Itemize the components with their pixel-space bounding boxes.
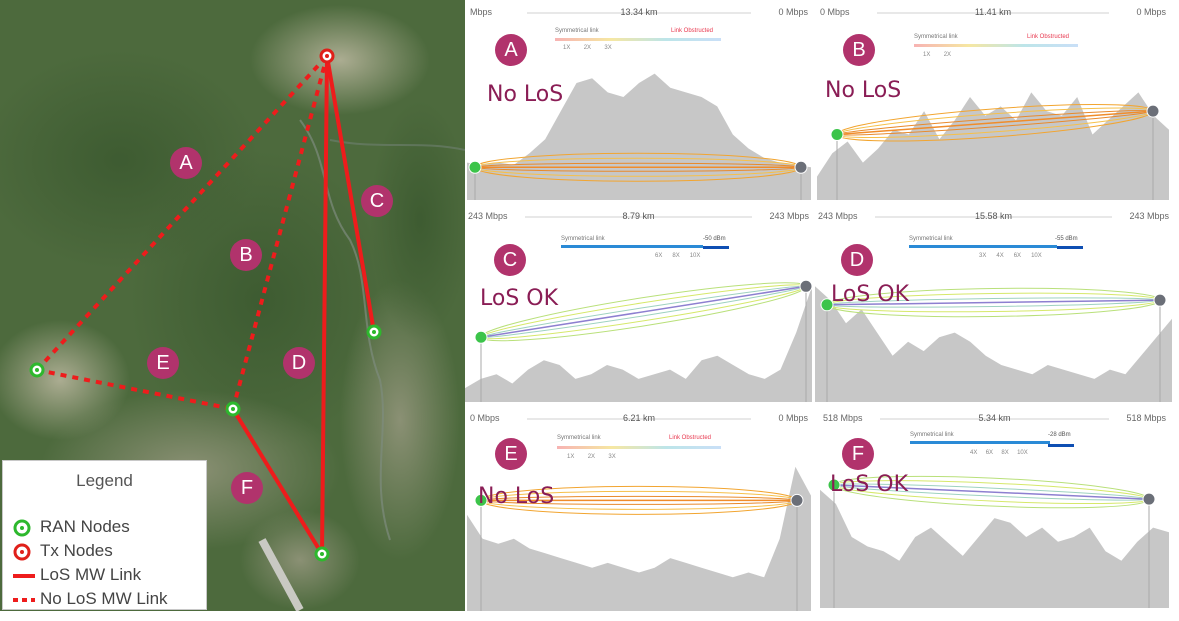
panel-f-header: 518 Mbps 5.34 km 518 Mbps bbox=[823, 411, 1166, 425]
profile-panel-b[interactable]: 0 Mbps 11.41 km 0 Mbps Symmetrical link … bbox=[817, 2, 1169, 200]
map-legend: Legend RAN Nodes Tx Nodes LoS MW Link No… bbox=[2, 460, 207, 610]
multiplier-labels: 1X 2X 3X bbox=[563, 45, 612, 51]
panel-b-status: No LoS bbox=[825, 78, 902, 103]
right-throughput: 0 Mbps bbox=[1136, 7, 1166, 17]
signal-scale-bar bbox=[910, 441, 1050, 444]
panel-a-status: No LoS bbox=[487, 82, 564, 107]
profile-panel-c[interactable]: 243 Mbps 8.79 km 243 Mbps Symmetrical li… bbox=[465, 206, 812, 402]
panel-f-badge: F bbox=[842, 438, 874, 470]
ran-node-e-west[interactable] bbox=[29, 362, 45, 378]
site-a-marker bbox=[474, 330, 488, 344]
link-status-label: Link Obstructed bbox=[1027, 34, 1070, 40]
ran-node-c-east[interactable] bbox=[366, 324, 382, 340]
site-b-marker bbox=[799, 279, 812, 293]
link-distance: 5.34 km bbox=[978, 413, 1011, 423]
multiplier-labels: 3X 4X 6X 10X bbox=[979, 253, 1042, 259]
legend-label-los: LoS MW Link bbox=[40, 565, 142, 584]
site-a-marker bbox=[830, 127, 844, 141]
nolos-link-icon bbox=[13, 598, 35, 602]
link-distance: 8.79 km bbox=[622, 211, 655, 221]
signal-scale-bar-end bbox=[1048, 444, 1074, 447]
panel-c-badge: C bbox=[494, 244, 526, 276]
symmetrical-link-label: Symmetrical link bbox=[909, 236, 953, 242]
terrain-profile-e bbox=[467, 418, 811, 611]
panel-d-badge: D bbox=[841, 244, 873, 276]
site-b-marker bbox=[1146, 104, 1160, 118]
link-status-label: Link Obstructed bbox=[669, 435, 712, 441]
legend-title: Legend bbox=[76, 471, 133, 490]
panel-d-status: LoS OK bbox=[831, 282, 910, 307]
map-label-d: D bbox=[283, 347, 315, 379]
signal-scale-bar bbox=[555, 38, 721, 41]
link-distance: 13.34 km bbox=[620, 7, 658, 17]
panel-e-status: No LoS bbox=[478, 484, 555, 509]
panel-a-header: Mbps 13.34 km 0 Mbps bbox=[470, 5, 808, 19]
panel-b-badge: B bbox=[843, 34, 875, 66]
symmetrical-link-label: Symmetrical link bbox=[561, 236, 605, 242]
panel-c-status: LoS OK bbox=[480, 286, 559, 311]
panel-b-header: 0 Mbps 11.41 km 0 Mbps bbox=[820, 5, 1166, 19]
multiplier-labels: 1X 2X bbox=[923, 52, 952, 58]
ran-node-icon bbox=[13, 519, 31, 537]
terrain-profile-f bbox=[820, 418, 1169, 608]
right-throughput: 243 Mbps bbox=[769, 211, 809, 221]
symmetrical-link-label: Symmetrical link bbox=[557, 435, 601, 441]
multiplier-labels: 6X 8X 10X bbox=[655, 253, 701, 259]
map-label-e: E bbox=[147, 347, 179, 379]
ran-node-south[interactable] bbox=[314, 546, 330, 562]
link-distance: 11.41 km bbox=[974, 7, 1012, 17]
signal-scale-bar bbox=[914, 44, 1078, 47]
signal-scale-bar-end bbox=[703, 246, 729, 249]
panel-f-status: LoS OK bbox=[830, 472, 909, 497]
los-link-icon bbox=[13, 574, 35, 578]
map-label-f: F bbox=[231, 472, 263, 504]
profile-panel-a[interactable]: Mbps 13.34 km 0 Mbps Symmetrical link Li… bbox=[467, 2, 811, 200]
panel-c-header: 243 Mbps 8.79 km 243 Mbps bbox=[468, 209, 809, 223]
link-status-label: -50 dBm bbox=[703, 236, 726, 242]
profile-panel-d[interactable]: 243 Mbps 15.58 km 243 Mbps Symmetrical l… bbox=[815, 206, 1172, 402]
signal-scale-bar bbox=[909, 245, 1057, 248]
profile-panel-f[interactable]: 518 Mbps 5.34 km 518 Mbps Symmetrical li… bbox=[820, 408, 1169, 608]
signal-scale-bar-end bbox=[1057, 246, 1083, 249]
site-b-marker bbox=[794, 160, 808, 174]
right-throughput: 243 Mbps bbox=[1129, 211, 1169, 221]
tx-node[interactable] bbox=[319, 48, 335, 64]
multiplier-labels: 4X 6X 8X 10X bbox=[970, 450, 1028, 456]
site-a-marker bbox=[468, 160, 482, 174]
right-throughput: 0 Mbps bbox=[778, 413, 808, 423]
ran-node-center[interactable] bbox=[225, 401, 241, 417]
multiplier-labels: 1X 2X 3X bbox=[567, 454, 616, 460]
legend-label-tx: Tx Nodes bbox=[40, 541, 113, 560]
map-label-c: C bbox=[361, 185, 393, 217]
link-status-label: Link Obstructed bbox=[671, 28, 714, 34]
profile-panel-e[interactable]: 0 Mbps 6.21 km 0 Mbps Symmetrical link L… bbox=[467, 408, 811, 611]
right-throughput: 518 Mbps bbox=[1126, 413, 1166, 423]
panel-a-badge: A bbox=[495, 34, 527, 66]
signal-scale-bar bbox=[561, 245, 703, 248]
link-status-label: -55 dBm bbox=[1055, 236, 1078, 242]
link-distance: 6.21 km bbox=[622, 413, 655, 423]
panel-d-header: 243 Mbps 15.58 km 243 Mbps bbox=[818, 209, 1169, 223]
link-status-label: -28 dBm bbox=[1048, 432, 1071, 438]
symmetrical-link-label: Symmetrical link bbox=[910, 432, 954, 438]
panel-e-badge: E bbox=[495, 438, 527, 470]
tx-node-icon bbox=[13, 543, 31, 561]
site-b-marker bbox=[1142, 492, 1156, 506]
site-b-marker bbox=[1153, 293, 1167, 307]
legend-label-ran: RAN Nodes bbox=[40, 517, 130, 536]
signal-scale-bar bbox=[557, 446, 721, 449]
map-label-a: A bbox=[170, 147, 202, 179]
map-label-b: B bbox=[230, 239, 262, 271]
right-throughput: 0 Mbps bbox=[778, 7, 808, 17]
symmetrical-link-label: Symmetrical link bbox=[555, 28, 599, 34]
site-b-marker bbox=[790, 493, 804, 507]
panel-e-header: 0 Mbps 6.21 km 0 Mbps bbox=[470, 411, 808, 425]
link-distance: 15.58 km bbox=[974, 211, 1013, 221]
legend-label-nolos: No LoS MW Link bbox=[40, 589, 168, 608]
terrain-area bbox=[820, 489, 1169, 608]
symmetrical-link-label: Symmetrical link bbox=[914, 34, 958, 40]
